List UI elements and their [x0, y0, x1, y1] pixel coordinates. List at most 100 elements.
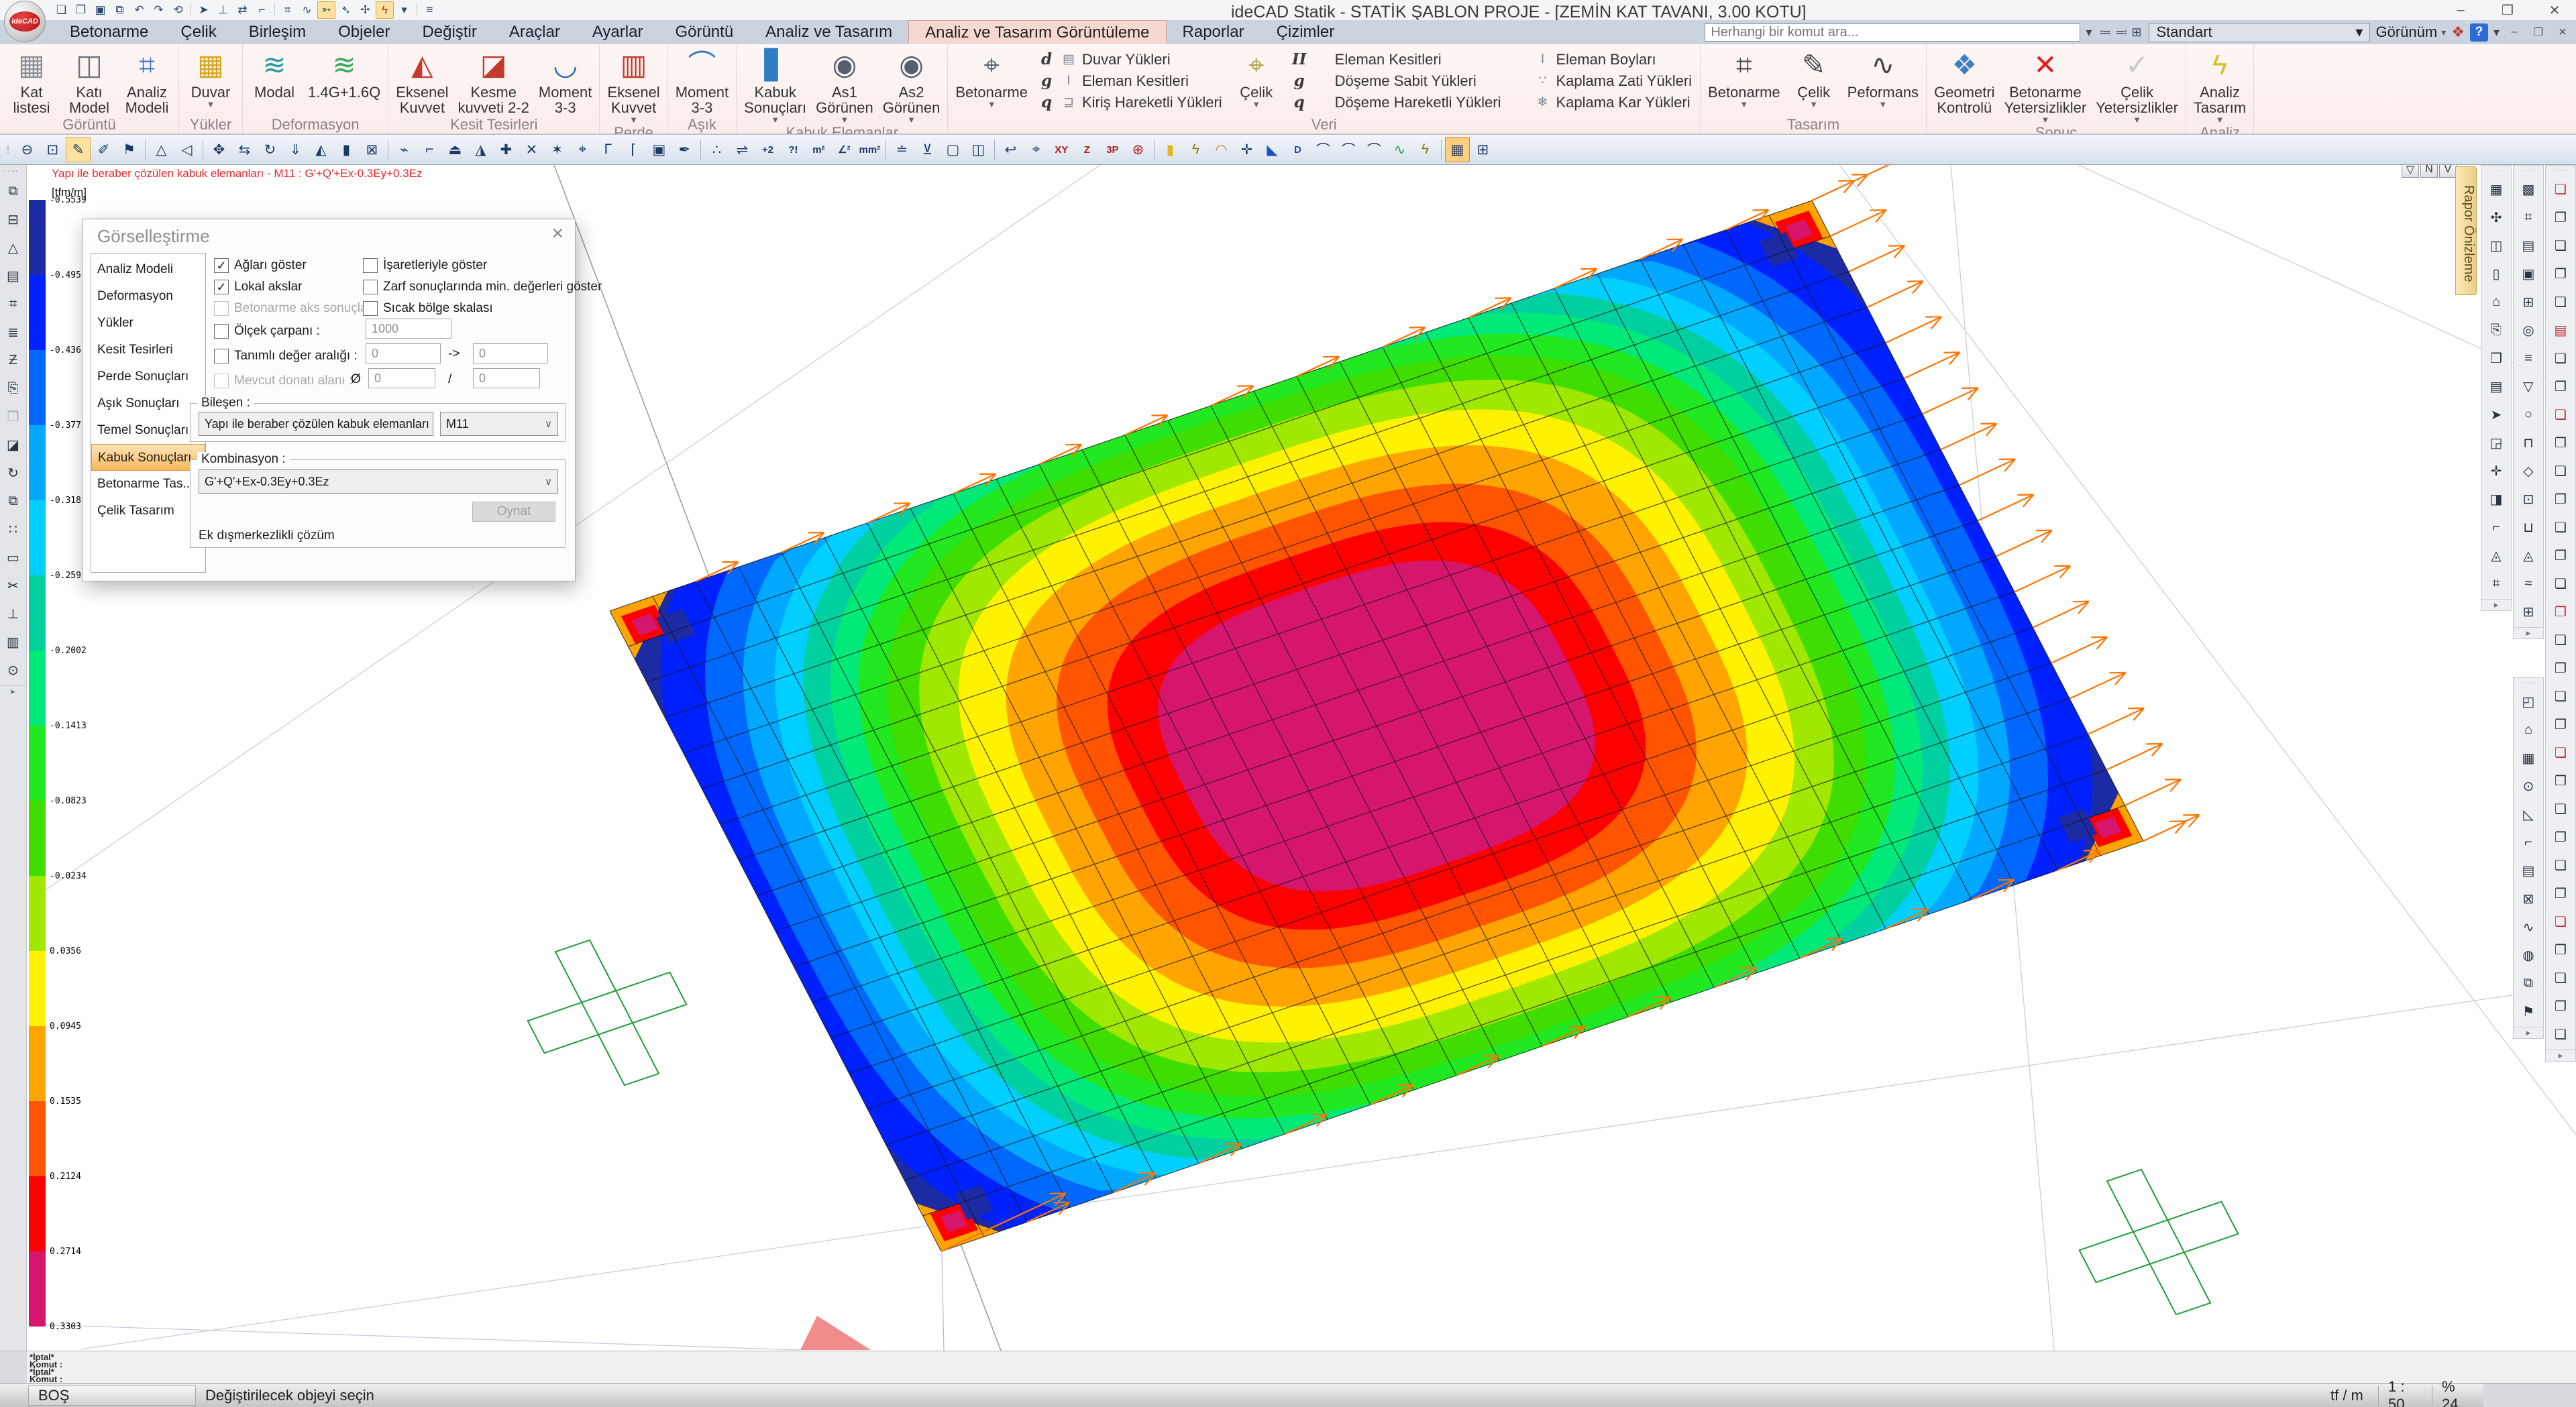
tool-icon-8[interactable]: ◁ — [174, 137, 199, 162]
grid-snap-icon[interactable]: ⌗ — [278, 1, 297, 19]
mdi-restore-button[interactable]: ❐ — [2529, 25, 2548, 39]
right-tool-c-icon-2[interactable]: ⌂ — [2517, 717, 2540, 742]
right-tool-b-icon-12[interactable]: ⊡ — [2517, 486, 2540, 512]
tab-objeler[interactable]: Objeler — [322, 20, 406, 44]
left-tool-icon-12[interactable]: ⧉ — [2, 488, 25, 514]
tool-icon-16[interactable]: ⊠ — [360, 137, 384, 162]
right-tool-b-icon-11[interactable]: ◇ — [2517, 458, 2540, 484]
duvar-yukleri-button[interactable]: ▦Duvar▼ — [182, 46, 239, 117]
modal-deformasyon-button[interactable]: ≋Modal — [246, 46, 303, 117]
olcek-input[interactable] — [366, 319, 451, 339]
quick-analysis-icon[interactable]: ϟ — [376, 1, 394, 19]
close-button[interactable]: ✕ — [2539, 0, 2570, 20]
tool-icon-49[interactable]: ⊕ — [1126, 137, 1150, 162]
deger-max-input[interactable] — [473, 343, 548, 363]
as2-gorunen-button[interactable]: ◉As2Görünen▼ — [878, 46, 945, 125]
kombinasyon-combo[interactable]: G'+Q'+Ex-0.3Ey+0.3Ez∨ — [199, 469, 558, 494]
report-tool-icon-13[interactable]: ❏ — [2549, 514, 2572, 540]
intersection-snap-icon[interactable]: ✢ — [356, 1, 374, 19]
tool-icon-23[interactable]: ✕ — [519, 137, 544, 162]
report-tool-icon-15[interactable]: ❏ — [2549, 571, 2572, 596]
dock-grip[interactable]: ···· — [2481, 166, 2511, 174]
kiris-hareketli-item[interactable]: q⊒Kiriş Hareketli Yükleri — [1038, 93, 1222, 112]
report-tool-icon-27[interactable]: ❏ — [2549, 909, 2572, 934]
moment-33-button[interactable]: ◡Moment3-3 — [534, 46, 596, 117]
right-tool-c-icon-11[interactable]: ⧉ — [2517, 970, 2540, 996]
tool-icon-46[interactable]: XY — [1049, 137, 1074, 162]
left-tool-icon-17[interactable]: ▥ — [2, 629, 25, 655]
tool-icon-42[interactable]: ◫ — [966, 137, 991, 162]
oynat-button[interactable]: Oynat — [472, 502, 555, 522]
perpendicular-icon[interactable]: ⊥ — [214, 1, 232, 19]
report-tool-icon-2[interactable]: ❐ — [2549, 205, 2572, 230]
command-history[interactable]: *İptal*Komut :*İptal*Komut : — [0, 1351, 2576, 1383]
minimize-button[interactable]: – — [2445, 0, 2476, 20]
tool-icon-5[interactable]: ⚑ — [117, 137, 142, 162]
dialog-nav-y-kler[interactable]: Yükler — [91, 310, 205, 337]
tab-analiz-ve-tasar-m[interactable]: Analiz ve Tasarım — [749, 20, 908, 44]
tool-icon-56[interactable]: D — [1285, 137, 1310, 162]
tool-icon-28[interactable]: ▣ — [647, 137, 672, 162]
save-all-icon[interactable]: ⧉ — [111, 1, 129, 19]
report-preview-tab[interactable]: Rapor Önizleme — [2455, 166, 2477, 295]
tasarim-performans-button[interactable]: ∿Peformans▼ — [1843, 46, 1923, 117]
analiz-modeli-button[interactable]: ⌗AnalizModeli — [118, 46, 176, 117]
eleman-kesitleri-item[interactable]: gIEleman Kesitleri — [1038, 71, 1222, 91]
geometri-kontrolu-button[interactable]: ❖GeometriKontrolü — [1929, 46, 1999, 125]
tool-icon-27[interactable]: ⌈ — [621, 137, 646, 162]
doseme-sabit-item[interactable]: gDöşeme Sabit Yükleri — [1291, 71, 1501, 91]
eksenel-kuvvet-button[interactable]: ◭EksenelKuvvet — [391, 46, 453, 117]
eleman-boylari-item[interactable]: IEleman Boyları — [1511, 50, 1692, 69]
left-tool-icon-8[interactable]: ⎘ — [2, 376, 25, 401]
left-tool-icon-15[interactable]: ✂ — [2, 573, 25, 598]
layers-icon[interactable]: ≔ — [2099, 25, 2111, 39]
maximize-button[interactable]: ❐ — [2492, 0, 2523, 20]
right-tool-b-icon-6[interactable]: ◎ — [2517, 317, 2540, 343]
right-tool-a-icon-2[interactable]: ✣ — [2485, 205, 2508, 230]
report-tool-icon-19[interactable]: ❏ — [2549, 683, 2572, 709]
tool-icon-31[interactable]: ∴ — [704, 137, 729, 162]
tool-icon-48[interactable]: 3P — [1100, 137, 1125, 162]
left-tool-icon-5[interactable]: ⌗ — [2, 291, 25, 317]
right-tool-a-icon-13[interactable]: ⌐ — [2485, 514, 2508, 540]
select-icon[interactable]: ➤ — [195, 1, 213, 19]
right-tool-c-icon-9[interactable]: ∿ — [2517, 914, 2540, 940]
dock-grip[interactable]: ···· — [2514, 679, 2543, 687]
donati-cap-input[interactable] — [368, 368, 435, 388]
dock-overflow-icon[interactable]: ▸ — [2546, 1050, 2575, 1061]
tool-icon-35[interactable]: m² — [806, 137, 831, 162]
kaplama-zati-item[interactable]: ∵Kaplama Zati Yükleri — [1511, 71, 1692, 91]
report-tool-icon-30[interactable]: ❐ — [2549, 993, 2572, 1019]
mid-snap-icon[interactable]: ➴ — [337, 1, 355, 19]
doseme-hareketli-item[interactable]: qDöşeme Hareketli Yükleri — [1291, 93, 1501, 112]
resize-grip[interactable] — [2483, 1384, 2576, 1407]
right-tool-b-icon-10[interactable]: ⊓ — [2517, 430, 2540, 455]
tool-icon-14[interactable]: ◭ — [309, 137, 333, 162]
tool-icon-20[interactable]: ⏏ — [443, 137, 468, 162]
right-tool-a-icon-6[interactable]: ⎘ — [2485, 317, 2508, 343]
tab-raporlar[interactable]: Raporlar — [1167, 20, 1260, 44]
report-tool-icon-1[interactable]: ❏ — [2549, 176, 2572, 202]
left-tool-icon-7[interactable]: Ƶ — [2, 347, 25, 373]
window-grid-icon[interactable]: ⊞ — [2131, 25, 2141, 39]
report-tool-icon-17[interactable]: ❏ — [2549, 627, 2572, 653]
right-tool-b-icon-14[interactable]: ◬ — [2517, 543, 2540, 568]
dialog-close-icon[interactable]: ✕ — [551, 225, 564, 243]
tab-analiz-ve-tasar-m-g-r-nt-leme[interactable]: Analiz ve Tasarım Görüntüleme — [908, 20, 1166, 44]
tool-icon-26[interactable]: Γ — [596, 137, 621, 162]
tool-icon-3[interactable]: ✎ — [66, 137, 91, 162]
right-tool-a-icon-3[interactable]: ◫ — [2485, 233, 2508, 258]
bilesen-type-combo[interactable]: M11∨ — [440, 412, 558, 436]
dock-grip[interactable]: ···· — [2546, 166, 2575, 174]
right-tool-a-icon-1[interactable]: ▦ — [2485, 176, 2508, 202]
dock-overflow-icon[interactable]: ▸ — [2481, 599, 2511, 610]
status-zoom[interactable]: % 24 — [2432, 1386, 2483, 1406]
left-tool-icon-14[interactable]: ▭ — [2, 545, 25, 570]
right-tool-b-icon-15[interactable]: ≈ — [2517, 571, 2540, 596]
dialog-nav-perde-sonu-lar-[interactable]: Perde Sonuçları — [91, 363, 205, 390]
polyline-snap-icon[interactable]: ∿ — [298, 1, 316, 19]
right-tool-a-icon-12[interactable]: ◨ — [2485, 486, 2508, 512]
report-tool-icon-9[interactable]: ❏ — [2549, 402, 2572, 427]
tab-betonarme[interactable]: Betonarme — [54, 20, 164, 44]
right-tool-a-icon-5[interactable]: ⌂ — [2485, 289, 2508, 315]
